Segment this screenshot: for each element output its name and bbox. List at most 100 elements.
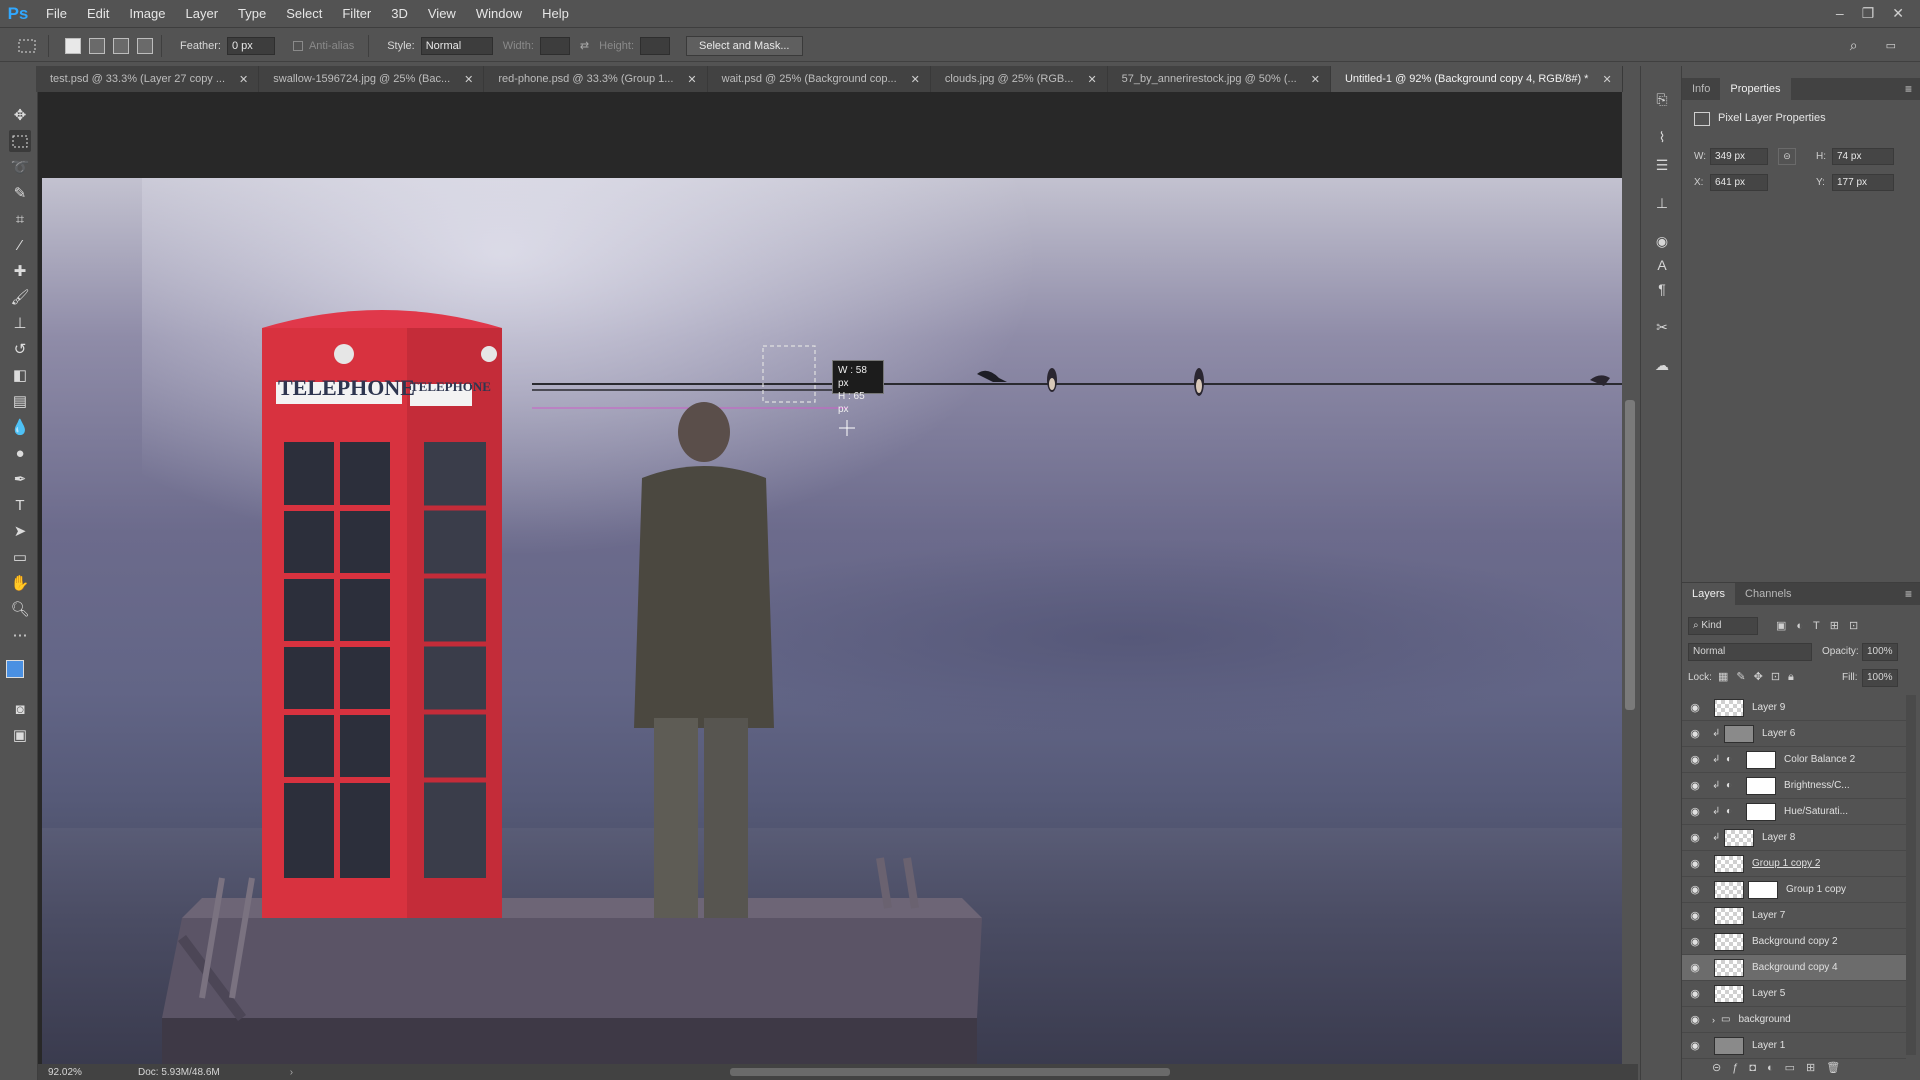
blend-mode-select[interactable]: Normal (1688, 643, 1812, 661)
search-icon[interactable]: ⌕ (1850, 37, 1858, 54)
layer-row[interactable]: ◉ ↲ ◐ Hue/Saturati... (1682, 799, 1906, 825)
menu-image[interactable]: Image (119, 0, 175, 28)
gradient-tool-icon[interactable]: ▤ (9, 390, 31, 412)
healing-brush-tool-icon[interactable]: ✚ (9, 260, 31, 282)
tab-red-phone[interactable]: red-phone.psd @ 33.3% (Group 1... ✕ (484, 66, 708, 92)
w-field[interactable]: 349 px (1710, 148, 1768, 165)
filter-kind-select[interactable]: ⌕ Kind (1688, 617, 1758, 635)
menu-edit[interactable]: Edit (77, 0, 119, 28)
marquee-tool-icon[interactable] (9, 130, 31, 152)
eye-icon[interactable]: ◉ (1682, 779, 1708, 792)
layer-row[interactable]: ◉ Layer 5 (1682, 981, 1906, 1007)
layer-row[interactable]: ◉ ↲ ◐ Brightness/C... (1682, 773, 1906, 799)
antialias-checkbox[interactable] (292, 40, 303, 51)
character-panel-icon[interactable]: A (1651, 254, 1673, 276)
clone-stamp-tool-icon[interactable]: ⊥ (9, 312, 31, 334)
tab-anneri[interactable]: 57_by_annerirestock.jpg @ 50% (... ✕ (1108, 66, 1331, 92)
fill-field[interactable]: 100% (1862, 669, 1898, 687)
feather-input[interactable]: 0 px (226, 36, 275, 55)
chevron-right-icon[interactable]: › (1712, 1015, 1715, 1025)
layer-row[interactable]: ◉ Group 1 copy (1682, 877, 1906, 903)
y-field[interactable]: 177 px (1832, 174, 1894, 191)
rectangle-tool-icon[interactable]: ▭ (9, 546, 31, 568)
menu-help[interactable]: Help (532, 0, 579, 28)
eye-icon[interactable]: ◉ (1682, 883, 1708, 896)
tab-untitled-1[interactable]: Untitled-1 @ 92% (Background copy 4, RGB… (1330, 66, 1623, 92)
adjustments-icon[interactable]: ☰ (1651, 154, 1673, 176)
eye-icon[interactable]: ◉ (1682, 805, 1708, 818)
menu-layer[interactable]: Layer (176, 0, 229, 28)
new-selection-button[interactable] (65, 37, 81, 54)
layer-row[interactable]: ◉ ↲ Layer 8 (1682, 825, 1906, 851)
layers-scrollbar[interactable] (1906, 695, 1916, 1055)
layer-row[interactable]: ◉ › ▭ background (1682, 1007, 1906, 1033)
close-icon[interactable]: ✕ (687, 73, 696, 86)
style-select[interactable]: Normal (420, 36, 493, 55)
panel-menu-icon[interactable]: ≡ (1897, 583, 1920, 605)
history-panel-icon[interactable]: ⎘ (1651, 88, 1673, 110)
panel-menu-icon[interactable]: ≡ (1897, 78, 1920, 100)
type-tool-icon[interactable]: T (9, 494, 31, 516)
menu-3d[interactable]: 3D (381, 0, 418, 28)
h-field[interactable]: 74 px (1832, 148, 1894, 165)
status-arrow-icon[interactable]: › (290, 1067, 293, 1078)
foreground-color-swatch[interactable] (6, 660, 24, 678)
tab-channels[interactable]: Channels (1735, 583, 1801, 605)
eye-icon[interactable]: ◉ (1682, 935, 1708, 948)
eye-icon[interactable]: ◉ (1682, 909, 1708, 922)
eye-icon[interactable]: ◉ (1682, 753, 1708, 766)
tab-test[interactable]: test.psd @ 33.3% (Layer 27 copy ... ✕ (36, 66, 260, 92)
3d-panel-icon[interactable]: ◉ (1651, 230, 1673, 252)
layer-row[interactable]: ◉ Layer 7 (1682, 903, 1906, 929)
close-icon[interactable]: ✕ (239, 73, 248, 86)
eye-icon[interactable]: ◉ (1682, 701, 1708, 714)
history-brush-tool-icon[interactable]: ↺ (9, 338, 31, 360)
subtract-selection-button[interactable] (113, 37, 129, 54)
paragraph-panel-icon[interactable]: ¶ (1651, 278, 1673, 300)
eye-icon[interactable]: ◉ (1682, 987, 1708, 1000)
eye-icon[interactable]: ◉ (1682, 831, 1708, 844)
eraser-tool-icon[interactable]: ◧ (9, 364, 31, 386)
menu-file[interactable]: File (36, 0, 77, 28)
close-icon[interactable]: ✕ (1311, 73, 1320, 86)
path-selection-tool-icon[interactable]: ➤ (9, 520, 31, 542)
libraries-icon[interactable]: ☁ (1651, 354, 1673, 376)
tab-layers[interactable]: Layers (1682, 583, 1736, 605)
x-field[interactable]: 641 px (1710, 174, 1768, 191)
close-icon[interactable]: ✕ (1602, 73, 1611, 86)
width-input[interactable] (539, 36, 570, 55)
intersect-selection-button[interactable] (137, 37, 153, 54)
link-icon[interactable]: ⊝ (1778, 148, 1796, 165)
menu-view[interactable]: View (418, 0, 466, 28)
eye-icon[interactable]: ◉ (1682, 961, 1708, 974)
layer-filter-icons[interactable]: ▣◐T⊞⊡ (1776, 619, 1868, 632)
restore-button[interactable]: ❐ (1862, 5, 1875, 22)
layer-row[interactable]: ◉ Background copy 2 (1682, 929, 1906, 955)
layer-actions-bar[interactable]: ⊝ƒ◘◐▭⊞🗑︎ (1712, 1061, 1851, 1074)
menu-filter[interactable]: Filter (332, 0, 381, 28)
menu-type[interactable]: Type (228, 0, 276, 28)
tab-wait[interactable]: wait.psd @ 25% (Background cop... ✕ (708, 66, 931, 92)
tab-clouds[interactable]: clouds.jpg @ 25% (RGB... ✕ (931, 66, 1108, 92)
blur-tool-icon[interactable]: 💧 (9, 416, 31, 438)
eye-icon[interactable]: ◉ (1682, 857, 1708, 870)
workspace-icon[interactable]: ▭ (1886, 39, 1896, 52)
eye-icon[interactable]: ◉ (1682, 1039, 1708, 1052)
zoom-tool-icon[interactable]: 🔍︎ (9, 598, 31, 620)
select-and-mask-button[interactable]: Select and Mask... (686, 35, 803, 56)
add-selection-button[interactable] (89, 37, 105, 54)
brush-settings-icon[interactable]: ⌇ (1651, 126, 1673, 148)
tab-info[interactable]: Info (1682, 78, 1720, 100)
document-canvas[interactable]: TELEPHONE TELEPHONE W : 58 px H : 65 px (42, 178, 1622, 1064)
brush-tool-icon[interactable]: 🖌 (9, 286, 31, 308)
zoom-level[interactable]: 92.02% (48, 1067, 118, 1078)
layer-row[interactable]: ◉ ↲ ◐ Color Balance 2 (1682, 747, 1906, 773)
tools-panel-icon[interactable]: ✂ (1651, 316, 1673, 338)
screen-mode-icon[interactable]: ▣ (9, 724, 31, 746)
marquee-preset-icon[interactable] (14, 35, 40, 57)
menu-window[interactable]: Window (466, 0, 532, 28)
vertical-scroll-thumb[interactable] (1625, 400, 1635, 710)
layer-row[interactable]: ◉ Group 1 copy 2 (1682, 851, 1906, 877)
eye-icon[interactable]: ◉ (1682, 727, 1708, 740)
tab-properties[interactable]: Properties (1720, 78, 1791, 100)
